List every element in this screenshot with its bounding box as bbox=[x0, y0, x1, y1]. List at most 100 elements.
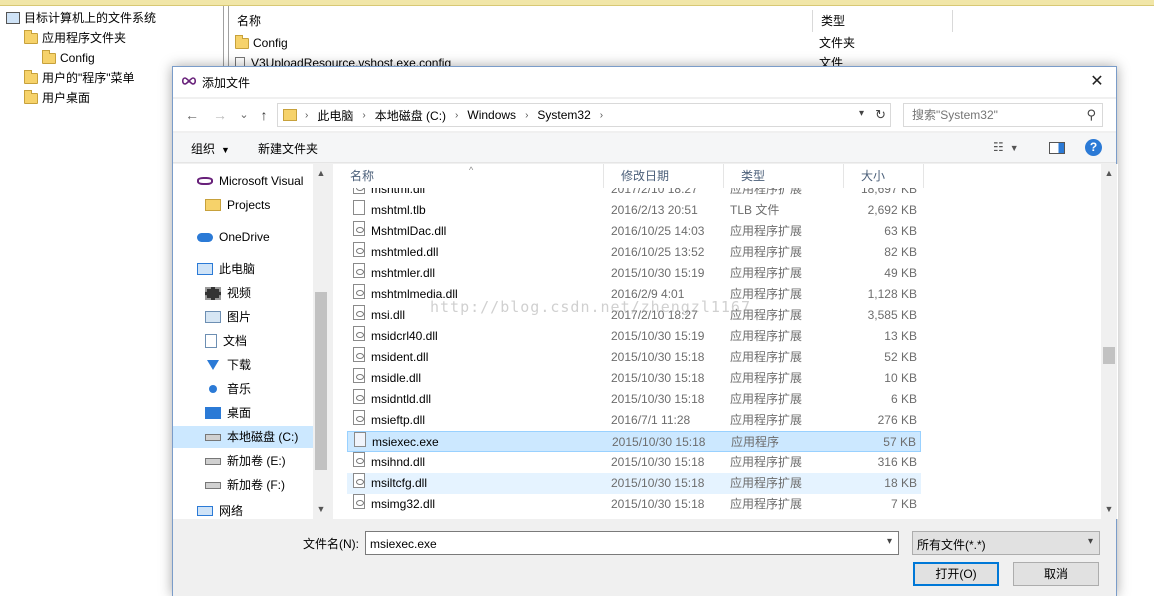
chevron-down-icon: ▾ bbox=[1087, 536, 1093, 547]
breadcrumb-separator[interactable]: › bbox=[594, 110, 609, 121]
dll-file-icon bbox=[353, 221, 365, 236]
chevron-down-icon[interactable]: ▾ bbox=[859, 108, 864, 119]
search-icon[interactable]: ⚲ bbox=[1086, 107, 1096, 123]
nav-item-label: 新加卷 (F:) bbox=[227, 478, 285, 492]
breadcrumb-separator[interactable]: › bbox=[449, 110, 464, 121]
tree-item-label: Config bbox=[60, 51, 95, 65]
close-button[interactable]: ✕ bbox=[1082, 69, 1112, 95]
nav-item[interactable]: 图片 bbox=[173, 306, 313, 328]
nav-item[interactable]: 此电脑 bbox=[173, 258, 313, 280]
file-row[interactable]: msiltcfg.dll 2015/10/30 15:18 应用程序扩展 18 KB bbox=[347, 473, 921, 494]
file-row[interactable]: msidcrl40.dll 2015/10/30 15:19 应用程序扩展 13 KB bbox=[347, 326, 921, 347]
network-icon bbox=[197, 506, 213, 516]
file-name: msiltcfg.dll bbox=[371, 476, 428, 490]
video-icon bbox=[205, 286, 221, 300]
scroll-up-icon[interactable]: ▲ bbox=[315, 168, 327, 178]
nav-item[interactable]: Projects bbox=[173, 194, 313, 216]
tree-item-desktop[interactable]: 用户桌面 bbox=[24, 89, 90, 107]
search-input[interactable] bbox=[912, 107, 1077, 123]
column-header-date[interactable]: 修改日期 bbox=[604, 164, 724, 188]
file-size: 6 KB bbox=[890, 392, 917, 406]
preview-pane-icon[interactable] bbox=[1049, 142, 1065, 154]
recent-locations-button[interactable]: ⌄ bbox=[235, 105, 253, 125]
file-row[interactable]: msihnd.dll 2015/10/30 15:18 应用程序扩展 316 KB bbox=[347, 452, 921, 473]
dialog-titlebar[interactable]: 添加文件 ✕ bbox=[173, 67, 1116, 97]
file-name: msiexec.exe bbox=[372, 435, 439, 449]
column-header-type[interactable]: 类型 bbox=[813, 10, 953, 32]
tree-item-programs-menu[interactable]: 用户的"程序"菜单 bbox=[24, 69, 135, 87]
nav-item[interactable]: 本地磁盘 (C:) bbox=[173, 426, 313, 448]
nav-item[interactable]: OneDrive bbox=[173, 226, 313, 248]
file-row[interactable]: mshtml.tlb 2016/2/13 20:51 TLB 文件 2,692 KB bbox=[347, 200, 921, 221]
nav-item[interactable]: 文档 bbox=[173, 330, 313, 352]
nav-item[interactable]: 新加卷 (E:) bbox=[173, 450, 313, 472]
address-box[interactable]: › 此电脑 › 本地磁盘 (C:) › Windows › System32 ›… bbox=[277, 103, 891, 127]
breadcrumb-windows[interactable]: Windows bbox=[464, 108, 519, 122]
nav-item[interactable]: 下载 bbox=[173, 354, 313, 376]
breadcrumb-this-pc[interactable]: 此电脑 bbox=[314, 107, 356, 124]
list-item[interactable]: Config bbox=[235, 33, 288, 53]
file-row[interactable]: mshtmlmedia.dll 2016/2/9 4:01 应用程序扩展 1,128 … bbox=[347, 284, 921, 305]
breadcrumb-system32[interactable]: System32 bbox=[534, 108, 593, 122]
dll-file-icon bbox=[353, 347, 365, 362]
nav-item[interactable]: 音乐 bbox=[173, 378, 313, 400]
nav-item[interactable]: 视频 bbox=[173, 282, 313, 304]
tree-item-config[interactable]: Config bbox=[42, 49, 95, 67]
file-size: 57 KB bbox=[883, 435, 916, 449]
column-header-size[interactable]: 大小 bbox=[844, 164, 924, 188]
file-name: msihnd.dll bbox=[371, 455, 426, 469]
scrollbar-thumb[interactable] bbox=[1103, 347, 1115, 364]
breadcrumb-separator[interactable]: › bbox=[305, 110, 314, 121]
file-row[interactable]: MshtmlDac.dll 2016/10/25 14:03 应用程序扩展 63 KB bbox=[347, 221, 921, 242]
file-type-filter[interactable]: 所有文件(*.*) ▾ bbox=[912, 531, 1100, 555]
filename-input[interactable] bbox=[370, 536, 870, 552]
up-button[interactable]: ↑ bbox=[255, 105, 273, 125]
file-row[interactable]: msi.dll 2017/2/10 18:27 应用程序扩展 3,585 KB bbox=[347, 305, 921, 326]
file-row[interactable]: msidntld.dll 2015/10/30 15:18 应用程序扩展 6 KB bbox=[347, 389, 921, 410]
nav-item[interactable]: 桌面 bbox=[173, 402, 313, 424]
nav-item[interactable]: 网络 bbox=[173, 500, 313, 519]
cancel-button[interactable]: 取消 bbox=[1013, 562, 1099, 586]
back-button[interactable]: ← bbox=[183, 105, 201, 125]
nav-item-label: Microsoft Visual bbox=[219, 174, 304, 188]
refresh-icon[interactable]: ↻ bbox=[875, 107, 886, 123]
file-row[interactable]: mshtmled.dll 2016/10/25 13:52 应用程序扩展 82 KB bbox=[347, 242, 921, 263]
column-header-name[interactable]: 名称 ^ bbox=[333, 164, 604, 188]
help-icon[interactable]: ? bbox=[1085, 139, 1102, 156]
file-list-scrollbar[interactable]: ▲ ▼ bbox=[1101, 164, 1117, 519]
new-folder-button[interactable]: 新建文件夹 bbox=[258, 140, 318, 157]
tree-root[interactable]: 目标计算机上的文件系统 bbox=[6, 9, 156, 27]
filename-combobox[interactable]: ▾ bbox=[365, 531, 899, 555]
scrollbar-thumb[interactable] bbox=[315, 292, 327, 470]
nav-item[interactable]: Microsoft Visual bbox=[173, 170, 313, 192]
nav-item[interactable]: 新加卷 (F:) bbox=[173, 474, 313, 496]
file-row[interactable]: msident.dll 2015/10/30 15:18 应用程序扩展 52 KB bbox=[347, 347, 921, 368]
breadcrumb-separator[interactable]: › bbox=[519, 110, 534, 121]
breadcrumb-separator[interactable]: › bbox=[356, 110, 371, 121]
file-row[interactable]: mshtmler.dll 2015/10/30 15:19 应用程序扩展 49 KB bbox=[347, 263, 921, 284]
folder-icon bbox=[24, 69, 38, 84]
scroll-down-icon[interactable]: ▼ bbox=[315, 504, 327, 514]
navigation-scrollbar[interactable]: ▲ ▼ bbox=[313, 164, 329, 519]
download-icon bbox=[207, 360, 219, 370]
chevron-down-icon[interactable]: ▾ bbox=[887, 536, 892, 547]
file-size: 2,692 KB bbox=[867, 203, 917, 217]
scroll-up-icon[interactable]: ▲ bbox=[1103, 168, 1115, 178]
tree-item-app-folder[interactable]: 应用程序文件夹 bbox=[24, 29, 126, 47]
organize-button[interactable]: 组织 ▼ bbox=[191, 140, 230, 157]
column-header-type[interactable]: 类型 bbox=[724, 164, 844, 188]
scroll-down-icon[interactable]: ▼ bbox=[1103, 504, 1115, 514]
view-options-button[interactable]: ☷ ▼ bbox=[993, 140, 1019, 154]
column-header-name[interactable]: 名称 bbox=[229, 10, 813, 32]
file-row[interactable]: msidle.dll 2015/10/30 15:18 应用程序扩展 10 KB bbox=[347, 368, 921, 389]
search-box[interactable]: ⚲ bbox=[903, 103, 1103, 127]
open-button[interactable]: 打开(O) bbox=[913, 562, 999, 586]
file-date: 2015/10/30 15:18 bbox=[611, 476, 705, 490]
file-row[interactable]: msiexec.exe 2015/10/30 15:18 应用程序 57 KB bbox=[347, 431, 921, 452]
music-icon bbox=[209, 385, 217, 393]
breadcrumb-local-disk[interactable]: 本地磁盘 (C:) bbox=[372, 107, 449, 124]
file-row[interactable]: msimg32.dll 2015/10/30 15:18 应用程序扩展 7 KB bbox=[347, 494, 921, 515]
file-icon bbox=[353, 200, 365, 215]
forward-button[interactable]: → bbox=[211, 105, 229, 125]
file-row[interactable]: msieftp.dll 2016/7/1 11:28 应用程序扩展 276 KB bbox=[347, 410, 921, 431]
